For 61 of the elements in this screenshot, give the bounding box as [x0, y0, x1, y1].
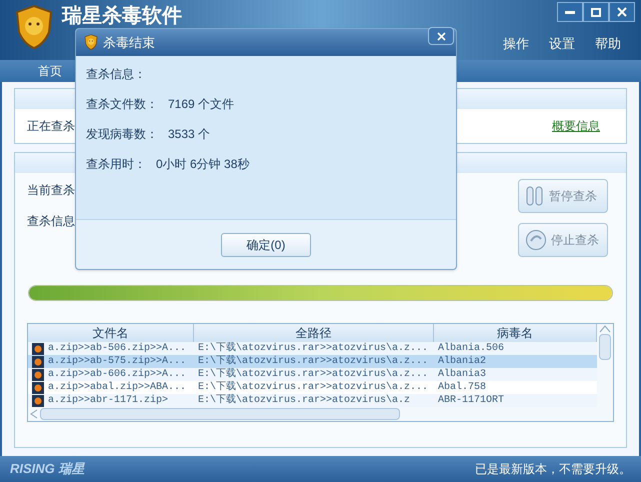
virus-file-icon [32, 368, 44, 380]
column-header[interactable]: 病毒名 [434, 324, 597, 342]
table-cell-text: Abal.758 [437, 381, 488, 394]
table-row[interactable]: a.zip>>ab-606.zip>>A... E:\下载\atozvirus.rar>>atozvirus\a.z... Albania3 [28, 368, 597, 381]
info-label: 发现病毒数： [86, 126, 158, 143]
brand-logo: RISING 瑞星 [10, 460, 84, 478]
status-text: 正在查杀 [27, 118, 75, 135]
info-value: 3533 个 [168, 126, 210, 143]
nav-tab[interactable]: 首页 [38, 62, 62, 80]
table-cell-text: Albania2 [437, 355, 488, 368]
virus-file-icon [32, 382, 44, 394]
close-button[interactable] [428, 27, 454, 45]
column-header[interactable]: 文件名 [28, 324, 194, 342]
scan-label: 当前查杀 [27, 182, 75, 199]
table-cell-text: E:\下载\atozvirus.rar>>atozvirus\a.z... [197, 342, 430, 355]
table-row[interactable]: a.zip>>ab-575.zip>>A... E:\下载\atozvirus.rar>>atozvirus\a.z... Albania2 [28, 355, 597, 368]
virus-file-icon [32, 394, 44, 406]
menu-item[interactable]: 设置 [549, 34, 575, 54]
window-title: 瑞星杀毒软件 [62, 5, 182, 27]
stop-button[interactable]: 停止查杀 [518, 223, 608, 257]
table-cell-text: E:\下载\atozvirus.rar>>atozvirus\a.z... [197, 355, 430, 368]
virus-file-icon [32, 356, 44, 368]
minimize-button[interactable] [557, 2, 583, 22]
menu-item[interactable]: 帮助 [595, 34, 621, 54]
table-cell-text: ABR-1171ORT [437, 394, 506, 407]
ok-button[interactable]: 确定(0) [221, 232, 311, 256]
vertical-scrollbar[interactable] [597, 324, 613, 407]
table-cell: a.zip>>ab-575.zip>>A... [48, 355, 186, 368]
close-icon [617, 7, 627, 17]
table-cell: a.zip>>abal.zip>>ABA... [48, 381, 186, 394]
info-label: 查杀文件数： [86, 96, 158, 113]
minimize-icon [565, 10, 575, 14]
dialog-title: 杀毒结束 [103, 34, 155, 52]
table-row[interactable]: a.zip>>abr-1171.zip> E:\下载\atozvirus.rar>>atozvirus\a.z ABR-1171ORT [28, 394, 597, 407]
virus-file-icon [32, 342, 44, 354]
table-cell-text: E:\下载\atozvirus.rar>>atozvirus\a.z [197, 394, 412, 407]
pause-icon [525, 185, 545, 207]
info-value: 7169 个文件 [168, 96, 234, 113]
column-header[interactable]: 全路径 [194, 324, 434, 342]
close-button[interactable] [609, 2, 635, 22]
table-cell: a.zip>>abr-1171.zip> [48, 394, 168, 407]
menu-item[interactable]: 操作 [503, 34, 529, 54]
info-label: 查杀用时： [86, 156, 146, 173]
info-value: 0小时 6分钟 38秒 [156, 156, 250, 173]
table-cell-text: Albania3 [437, 368, 488, 381]
status-message: 已是最新版本，不需要升级。 [475, 461, 631, 478]
table-cell-text: E:\下载\atozvirus.rar>>atozvirus\a.z... [197, 368, 430, 381]
horizontal-scrollbar[interactable] [28, 407, 613, 421]
summary-link[interactable]: 概要信息 [552, 117, 600, 135]
table-row[interactable]: a.zip>>ab-506.zip>>A... E:\下载\atozvirus.rar>>atozvirus\a.z... Albania.506 [28, 342, 597, 355]
maximize-icon [591, 8, 601, 16]
table-cell-text: Albania.506 [437, 342, 506, 355]
scrollbar-thumb[interactable] [599, 334, 611, 360]
maximize-button[interactable] [583, 2, 609, 22]
scan-label: 查杀信息 [27, 213, 75, 230]
dialog-heading: 查杀信息： [86, 66, 147, 83]
table-cell: a.zip>>ab-506.zip>>A... [48, 342, 186, 355]
table-cell: a.zip>>ab-606.zip>>A... [48, 368, 186, 381]
scrollbar-thumb[interactable] [40, 408, 400, 420]
close-icon [436, 32, 446, 40]
table-cell-text: E:\下载\atozvirus.rar>>atozvirus\a.z... [197, 381, 430, 394]
